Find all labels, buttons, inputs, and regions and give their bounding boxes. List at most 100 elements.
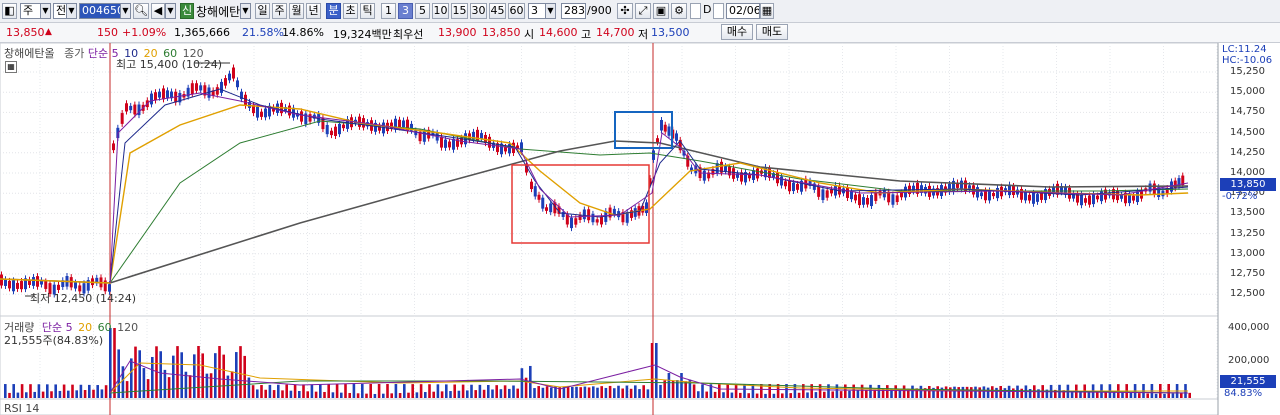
crosshair-icon[interactable]: ✣ [617,3,633,19]
volume-bar [734,384,738,398]
candle-body [338,123,341,135]
candle-body [224,78,227,86]
calendar-icon[interactable]: ▦ [760,3,774,19]
chart-canvas[interactable] [0,43,1280,415]
interval-button-15[interactable]: 15 [451,3,468,19]
volume-bar [886,385,889,398]
candle-body [162,88,165,100]
candle-body [334,126,337,137]
grid-toggle-icon[interactable]: ▦ [5,61,17,73]
interval-button-60[interactable]: 60 [508,3,525,19]
search-icon[interactable]: 🔍︎ [133,3,149,19]
count-value-input[interactable]: 283 [561,3,586,19]
period-unit-select[interactable]: 주 [20,3,42,19]
chevron-down-icon[interactable]: ▼ [240,3,251,19]
d-checkbox[interactable] [690,3,701,19]
interval-button-10[interactable]: 10 [432,3,449,19]
candle-body [656,138,659,143]
candle-body [533,186,537,197]
period-button-tick[interactable]: 틱 [360,3,375,19]
date-checkbox[interactable] [713,3,724,19]
chart-menu-icon[interactable]: ◧ [2,3,17,19]
price-tick-label: 13,250 [1230,227,1265,239]
period-button-month[interactable]: 월 [289,3,304,19]
volume-bar [617,385,620,398]
candle-body [792,182,795,192]
volume-bar [428,384,431,398]
quote-bar: 13,850 ▲ 150 +1.09% 1,365,666 21.58% 14.… [0,23,1280,43]
candle-body [12,280,15,292]
interval-button-3[interactable]: 3 [398,3,413,19]
speaker-icon[interactable]: ◀ [151,3,165,19]
stock-code-input[interactable]: 004650 [79,3,121,19]
candle-body [600,216,603,225]
candle-body [20,281,23,290]
date-input[interactable]: 02/06 [726,3,760,19]
interval-button-1[interactable]: 1 [381,3,396,19]
sell-button[interactable]: 매도 [756,24,788,40]
volume-bar [361,384,364,398]
candle-body [1136,191,1139,203]
candle-body [784,181,787,187]
volume-bar [142,368,146,398]
interval-value-input[interactable]: 3 [528,3,546,19]
volume-bar [125,381,129,398]
period-button-second[interactable]: 초 [343,3,358,19]
volume-tick-200000: 200,000 [1228,355,1270,366]
volume-bar [499,389,503,398]
price-panel-stock-name: 창해에탄올 [4,47,55,60]
zoom-icon[interactable]: ⤢ [635,3,651,19]
volume-bar [415,392,419,398]
volume-bar [344,384,347,398]
turnover-pct: 21.58% [242,26,284,39]
chevron-down-icon[interactable]: ▼ [40,3,51,19]
candle-body [545,207,548,211]
period-button-minute[interactable]: 분 [326,3,341,19]
current-price: 13,850 [6,26,45,39]
volume-bar [4,384,7,398]
price-tick-label: 15,000 [1230,86,1265,98]
volume-bar [394,384,398,398]
volume-bar [188,375,192,398]
save-icon[interactable]: ▣ [653,3,669,19]
period-button-week[interactable]: 주 [272,3,287,19]
chevron-down-icon[interactable]: ▼ [66,3,77,19]
chevron-down-icon[interactable]: ▼ [120,3,131,19]
volume-bar [684,381,687,398]
volume-bar [764,393,767,398]
price-tick-label: 13,500 [1230,207,1265,219]
best-ask: 13,900 [438,26,477,39]
volume-bar [264,389,267,398]
interval-button-30[interactable]: 30 [470,3,487,19]
d-checkbox-label: D [703,3,712,16]
interval-button-45[interactable]: 45 [489,3,506,19]
period-button-year[interactable]: 년 [306,3,321,19]
period-button-day[interactable]: 일 [255,3,270,19]
price-tick-label: 15,250 [1230,66,1265,77]
volume-bar [146,379,150,398]
volume-bar [214,353,217,398]
period-kind-label[interactable]: 전 [53,3,67,19]
candle-body [44,281,48,289]
candle-body [154,92,157,101]
candle-body [36,276,39,287]
stock-chart[interactable]: 창해에탄올 종가 단순 5 10 20 60 120 ▦ 최고 15,400 (… [0,43,1280,415]
volume-bar [382,393,385,398]
volume-bar [600,386,603,398]
buy-button[interactable]: 매수 [721,24,753,40]
volume-bar [571,386,574,398]
candle-body [150,93,153,105]
candle-body [402,120,405,128]
candle-body [817,186,821,197]
candle-body [288,105,291,116]
chevron-down-icon[interactable]: ▼ [545,3,556,19]
volume-bar [579,387,582,398]
volume-bar [377,384,381,398]
chevron-down-icon[interactable]: ▼ [165,3,176,19]
gear-icon[interactable]: ⚙ [671,3,687,19]
price-tick-label: 12,500 [1230,288,1265,300]
candle-body [591,213,595,223]
volume-bar [512,385,515,398]
interval-button-5[interactable]: 5 [415,3,430,19]
ma120-line [0,140,1189,284]
